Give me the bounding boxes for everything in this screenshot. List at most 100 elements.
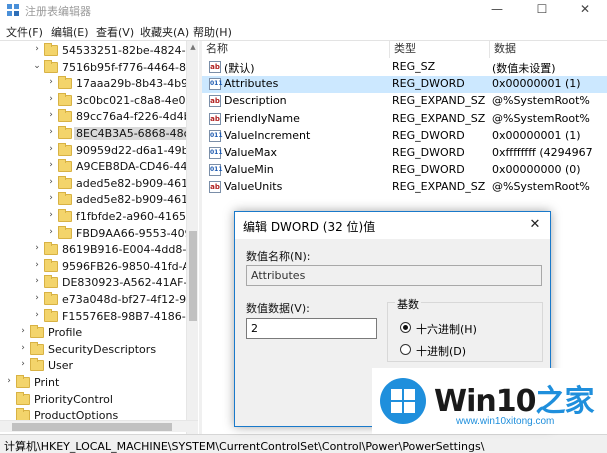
key-tree[interactable]: › 54533251-82be-4824-96c ⌄ 7516b95f-f776-44… bbox=[0, 41, 198, 434]
hex-radio-label[interactable]: 十六进制(H) bbox=[416, 321, 477, 337]
expand-chevron-icon[interactable]: › bbox=[18, 359, 28, 369]
tree-item-label: Profile bbox=[48, 326, 83, 340]
expand-chevron-icon[interactable]: › bbox=[46, 94, 56, 104]
value-type: REG_EXPAND_SZ bbox=[392, 111, 486, 125]
scroll-thumb[interactable] bbox=[189, 231, 197, 321]
value-name: ValueMax bbox=[224, 146, 277, 159]
value-row[interactable]: 011 ValueMin REG_DWORD 0x00000000 (0) bbox=[202, 162, 607, 179]
value-data: 0x00000001 (1) bbox=[492, 77, 581, 91]
value-type: REG_DWORD bbox=[392, 163, 465, 177]
menu-view[interactable]: 查看(V) bbox=[96, 24, 134, 40]
tree-item-label: 17aaa29b-8b43-4b94- bbox=[76, 77, 198, 91]
expand-chevron-icon[interactable]: › bbox=[32, 293, 42, 303]
tree-item-label: DE830923-A562-41AF-A0 bbox=[62, 276, 198, 290]
value-row[interactable]: ab (默认) REG_SZ (数值未设置) bbox=[202, 59, 607, 76]
value-data-label: 数值数据(V): bbox=[246, 302, 310, 315]
expand-chevron-icon[interactable]: › bbox=[46, 210, 56, 220]
string-value-icon: ab bbox=[209, 181, 221, 194]
value-name: (默认) bbox=[224, 62, 255, 75]
hscroll-thumb[interactable] bbox=[12, 423, 172, 431]
expand-chevron-icon[interactable]: › bbox=[32, 260, 42, 270]
expand-chevron-icon[interactable]: › bbox=[46, 227, 56, 237]
folder-icon bbox=[44, 43, 58, 56]
tree-item-label: 3c0bc021-c8a8-4e07-a bbox=[76, 93, 198, 107]
status-bar-path: 计算机\HKEY_LOCAL_MACHINE\SYSTEM\CurrentCon… bbox=[0, 434, 607, 453]
expand-chevron-icon[interactable]: › bbox=[46, 160, 56, 170]
hex-radio[interactable] bbox=[400, 322, 411, 333]
decimal-radio-label[interactable]: 十进制(D) bbox=[416, 343, 466, 359]
tree-item-label: A9CEB8DA-CD46-44FE bbox=[76, 160, 198, 174]
tree-item-label: 90959d22-d6a1-49b9- bbox=[76, 143, 198, 157]
value-data-input[interactable]: 2 bbox=[246, 318, 377, 339]
expand-chevron-icon[interactable]: › bbox=[46, 193, 56, 203]
menu-help[interactable]: 帮助(H) bbox=[193, 24, 232, 40]
tree-horizontal-scrollbar[interactable] bbox=[0, 420, 198, 432]
value-name: FriendlyName bbox=[224, 111, 300, 125]
folder-icon bbox=[58, 126, 72, 139]
tree-item-label: 9596FB26-9850-41fd-AC3 bbox=[62, 259, 198, 273]
tree-item-label: e73a048d-bf27-4f12-9731 bbox=[62, 293, 198, 306]
menu-bar: 文件(F) 编辑(E) 查看(V) 收藏夹(A) 帮助(H) bbox=[0, 21, 607, 40]
tree-item-label: aded5e82-b909-4619- bbox=[76, 193, 198, 207]
value-row[interactable]: ab ValueUnits REG_EXPAND_SZ @%SystemRoot% bbox=[202, 179, 607, 196]
folder-icon bbox=[30, 358, 44, 372]
value-type: REG_EXPAND_SZ bbox=[392, 180, 486, 194]
tree-item-label: FBD9AA66-9553-4097 bbox=[76, 226, 198, 240]
dialog-close-button[interactable]: ✕ bbox=[520, 212, 550, 239]
tree-item-label: 89cc76a4-f226-4d4b-a bbox=[76, 110, 198, 124]
tree-vertical-scrollbar[interactable]: ▲ bbox=[186, 41, 198, 434]
expand-chevron-icon[interactable]: › bbox=[46, 177, 56, 187]
minimize-button[interactable]: — bbox=[475, 0, 519, 21]
folder-icon bbox=[16, 391, 30, 405]
value-row[interactable]: 011 Attributes REG_DWORD 0x00000001 (1) bbox=[202, 76, 607, 94]
expand-chevron-icon[interactable]: › bbox=[32, 44, 42, 54]
watermark-url: www.win10xitong.com bbox=[456, 416, 555, 427]
value-data: 0xffffffff (4294967 bbox=[492, 146, 593, 159]
expand-chevron-icon[interactable]: › bbox=[4, 376, 14, 386]
binary-value-icon: 011 bbox=[209, 78, 223, 91]
registry-editor-icon bbox=[7, 4, 19, 16]
expand-chevron-icon[interactable]: › bbox=[46, 144, 56, 154]
expand-chevron-icon[interactable]: › bbox=[18, 343, 28, 353]
value-type: REG_DWORD bbox=[392, 128, 465, 142]
watermark-text-main: Win10 bbox=[434, 384, 536, 419]
close-button[interactable]: ✕ bbox=[563, 0, 607, 21]
tree-item-label: aded5e82-b909-4619- bbox=[76, 176, 198, 190]
tree-item-label: 7516b95f-f776-4464-8c53 bbox=[62, 60, 198, 74]
expand-chevron-icon[interactable]: ⌄ bbox=[32, 61, 42, 71]
value-name: ValueIncrement bbox=[224, 128, 311, 142]
menu-favorites[interactable]: 收藏夹(A) bbox=[140, 24, 189, 40]
folder-icon bbox=[58, 225, 72, 239]
scroll-up-icon[interactable]: ▲ bbox=[187, 41, 199, 53]
folder-icon bbox=[44, 59, 58, 73]
expand-chevron-icon[interactable]: › bbox=[46, 110, 56, 120]
menu-file[interactable]: 文件(F) bbox=[6, 24, 43, 40]
column-header-data[interactable]: 数据 bbox=[490, 41, 607, 58]
column-header-name[interactable]: 名称 bbox=[202, 41, 390, 58]
folder-icon bbox=[44, 308, 58, 322]
folder-icon bbox=[58, 142, 72, 156]
expand-chevron-icon[interactable]: › bbox=[18, 326, 28, 336]
value-row[interactable]: 011 ValueIncrement REG_DWORD 0x00000001 (1) bbox=[202, 128, 607, 145]
value-name-field: Attributes bbox=[246, 265, 542, 286]
string-value-icon: ab bbox=[209, 61, 221, 73]
dialog-title: 编辑 DWORD (32 位)值 bbox=[243, 220, 376, 234]
decimal-radio[interactable] bbox=[400, 344, 411, 355]
folder-icon bbox=[58, 209, 72, 222]
folder-icon bbox=[30, 325, 44, 339]
value-row[interactable]: 011 ValueMax REG_DWORD 0xffffffff (4294967 bbox=[202, 145, 607, 162]
column-header-type[interactable]: 类型 bbox=[390, 41, 490, 58]
tree-item-label: 8619B916-E004-4dd8-9B bbox=[62, 243, 198, 257]
menu-edit[interactable]: 编辑(E) bbox=[51, 24, 89, 40]
folder-icon bbox=[58, 76, 72, 90]
expand-chevron-icon[interactable]: › bbox=[46, 127, 56, 137]
maximize-button[interactable]: ☐ bbox=[520, 0, 564, 21]
expand-chevron-icon[interactable]: › bbox=[32, 310, 42, 320]
expand-chevron-icon[interactable]: › bbox=[46, 77, 56, 87]
value-row[interactable]: ab FriendlyName REG_EXPAND_SZ @%SystemRoot% bbox=[202, 111, 607, 128]
folder-icon bbox=[58, 192, 72, 206]
folder-icon bbox=[58, 109, 72, 123]
expand-chevron-icon[interactable]: › bbox=[32, 276, 42, 286]
expand-chevron-icon[interactable]: › bbox=[32, 243, 42, 253]
value-row[interactable]: ab Description REG_EXPAND_SZ @%SystemRoot% bbox=[202, 93, 607, 110]
